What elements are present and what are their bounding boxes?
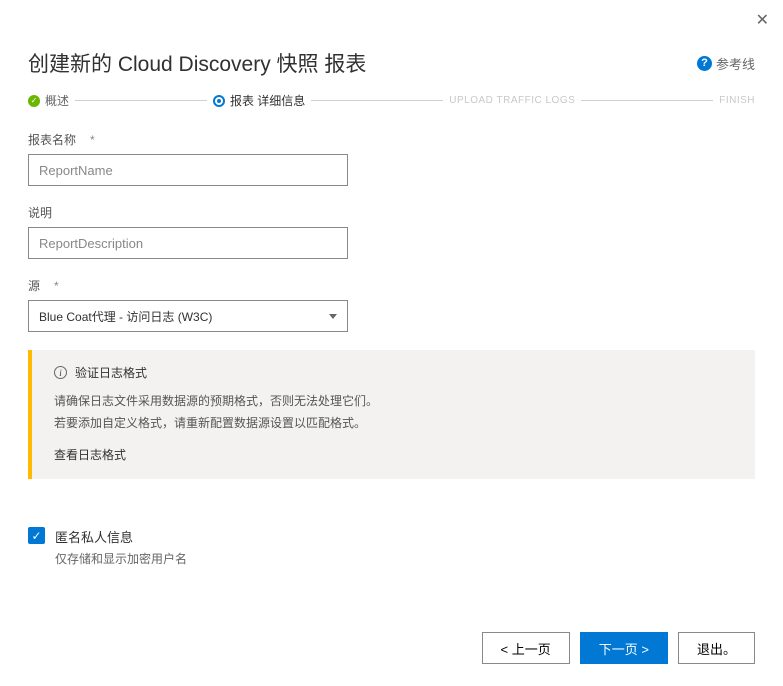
info-line-1: 请确保日志文件采用数据源的预期格式，否则无法处理它们。	[54, 391, 737, 413]
check-icon: ✓	[28, 95, 40, 107]
next-button[interactable]: 下一页 >	[580, 632, 668, 664]
report-name-label: 报表名称*	[28, 131, 755, 148]
dialog-title: 创建新的 Cloud Discovery 快照 报表	[28, 48, 366, 78]
wizard-stepper: ✓ 概述 报表 详细信息 UPLOAD TRAFFIC LOGS FINISH	[28, 92, 755, 109]
step-upload: UPLOAD TRAFFIC LOGS	[449, 95, 575, 106]
prev-button[interactable]: < 上一页	[482, 632, 570, 664]
info-line-2: 若要添加自定义格式，请重新配置数据源设置以匹配格式。	[54, 413, 737, 435]
step-overview[interactable]: ✓ 概述	[28, 92, 69, 109]
anonymize-sublabel: 仅存储和显示加密用户名	[55, 550, 187, 567]
step-details[interactable]: 报表 详细信息	[213, 92, 305, 109]
close-icon[interactable]: ✕	[756, 10, 769, 30]
help-link[interactable]: ? 参考线	[697, 54, 755, 73]
report-name-input[interactable]	[28, 154, 348, 186]
source-value: Blue Coat代理 - 访问日志 (W3C)	[39, 308, 212, 325]
source-dropdown[interactable]: Blue Coat代理 - 访问日志 (W3C)	[28, 300, 348, 332]
log-format-info-panel: i 验证日志格式 请确保日志文件采用数据源的预期格式，否则无法处理它们。 若要添…	[28, 350, 755, 479]
source-label: 源*	[28, 277, 755, 294]
current-step-icon	[213, 95, 225, 107]
step-finish: FINISH	[719, 95, 755, 106]
description-label: 说明	[28, 204, 755, 221]
view-log-format-link[interactable]: 查看日志格式	[54, 446, 737, 463]
anonymize-label: 匿名私人信息	[55, 527, 187, 546]
help-label: 参考线	[716, 54, 755, 73]
help-icon: ?	[697, 56, 712, 71]
anonymize-checkbox[interactable]: ✓	[28, 527, 45, 544]
description-input[interactable]	[28, 227, 348, 259]
info-title: 验证日志格式	[75, 364, 147, 381]
chevron-down-icon	[329, 314, 337, 319]
exit-button[interactable]: 退出。	[678, 632, 755, 664]
info-icon: i	[54, 366, 67, 379]
